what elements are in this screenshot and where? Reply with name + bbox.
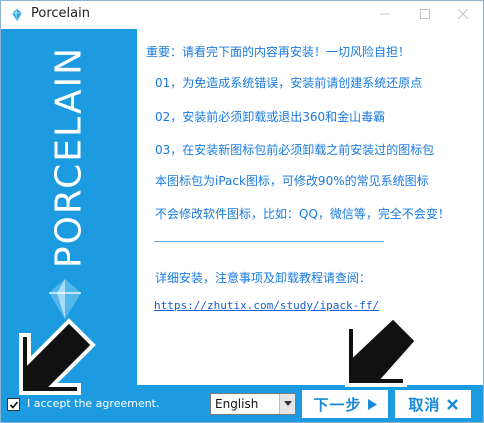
footer-bar: I accept the agreement. English 下一步 取消 <box>1 385 483 422</box>
cancel-label: 取消 <box>408 395 441 414</box>
instruction-line: 本图标包为iPack图标，可修改90%的常见系统图标 <box>155 174 429 188</box>
details-text: 详细安装，注意事项及卸载教程请查阅： <box>155 271 372 285</box>
minimize-button[interactable] <box>365 1 405 27</box>
dropdown-button[interactable] <box>279 394 295 414</box>
brand-sidebar: PORCELAIN <box>1 29 137 385</box>
next-button[interactable]: 下一步 <box>302 390 388 418</box>
maximize-button[interactable] <box>405 1 445 27</box>
warning-heading: 重要：请看完下面的内容再安装！一切风险自担！ <box>146 45 411 59</box>
agreement-content: 重要：请看完下面的内容再安装！一切风险自担！ 01，为免造成系统错误，安装前请创… <box>137 29 483 385</box>
checkmark-icon <box>9 400 18 409</box>
chevron-down-icon <box>283 401 292 406</box>
language-value: English <box>215 397 259 411</box>
x-icon <box>446 398 458 410</box>
window-title: Porcelain <box>31 6 90 21</box>
instruction-line: 01，为免造成系统错误，安装前请创建系统还原点 <box>155 76 423 90</box>
maximize-icon <box>420 9 430 19</box>
installer-window: Porcelain PORCELAIN 重要：请看完下面的内容再安装！一切风险自… <box>0 0 484 423</box>
cancel-button[interactable]: 取消 <box>395 390 471 418</box>
brand-wordmark: PORCELAIN <box>48 45 90 269</box>
brand-panel: PORCELAIN <box>1 29 137 385</box>
minimize-icon <box>380 13 390 15</box>
instruction-line: 02，安装前必须卸载或退出360和金山毒霸 <box>155 110 386 124</box>
language-select[interactable]: English <box>210 393 296 415</box>
instruction-line: 03，在安装新图标包前必须卸载之前安装过的图标包 <box>155 143 435 157</box>
close-icon <box>458 9 468 19</box>
close-button[interactable] <box>443 1 483 27</box>
accept-label[interactable]: I accept the agreement. <box>27 397 160 410</box>
instruction-line: 不会修改软件图标，比如：QQ，微信等，完全不会变！ <box>155 207 450 221</box>
diamond-logo-icon <box>49 279 81 319</box>
play-triangle-icon <box>367 398 377 410</box>
title-bar[interactable]: Porcelain <box>1 1 483 29</box>
app-logo-icon <box>12 9 22 21</box>
divider <box>154 241 384 242</box>
tutorial-link[interactable]: https://zhutix.com/study/ipack-ff/ <box>154 299 379 312</box>
accept-checkbox[interactable] <box>7 398 20 411</box>
next-label: 下一步 <box>313 395 362 414</box>
